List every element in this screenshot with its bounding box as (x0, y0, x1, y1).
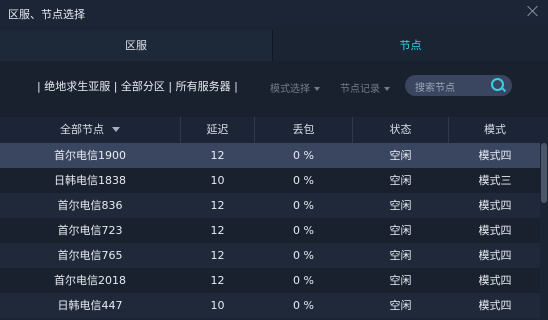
column-header-node-label: 全部节点 (60, 123, 104, 136)
table-row[interactable]: 首尔电信836 12 0 % 空闲 模式四 (0, 193, 540, 218)
search-icon[interactable] (491, 78, 504, 91)
tab-nodes[interactable]: 节点 (273, 30, 548, 61)
table-header: 全部节点 延迟 丢包 状态 模式 (0, 117, 548, 144)
loss-value: 0 % (293, 174, 314, 187)
loss-value: 0 % (293, 149, 314, 162)
column-header-mode: 模式 (484, 123, 506, 136)
latency-value: 12 (210, 149, 225, 162)
loss-value: 0 % (293, 299, 314, 312)
latency-value: 10 (210, 299, 225, 312)
tab-server-region[interactable]: 区服 (0, 30, 273, 61)
node-name: 首尔电信765 (57, 249, 123, 262)
scrollbar-thumb[interactable] (541, 143, 547, 203)
node-name: 首尔电信723 (57, 224, 123, 237)
search-input[interactable]: 搜索节点 (415, 79, 455, 94)
tab-bar: 区服 节点 (0, 30, 548, 61)
latency-value: 12 (210, 199, 225, 212)
loss-value: 0 % (293, 249, 314, 262)
table-row[interactable]: 首尔电信2018 12 0 % 空闲 模式四 (0, 268, 540, 293)
table-row[interactable]: 日韩电信1838 10 0 % 空闲 模式三 (0, 168, 540, 193)
server-breadcrumb[interactable]: | 绝地求生亚服 | 全部分区 | 所有服务器 | (37, 78, 238, 94)
table-row[interactable]: 首尔电信765 12 0 % 空闲 模式四 (0, 243, 540, 268)
filter-bar: | 绝地求生亚服 | 全部分区 | 所有服务器 | 模式选择 节点记录 搜索节点 (0, 61, 548, 117)
latency-value: 12 (210, 274, 225, 287)
node-table-body: 首尔电信1900 12 0 % 空闲 模式四 日韩电信1838 10 0 % 空… (0, 143, 540, 320)
node-history-label: 节点记录 (340, 84, 380, 95)
status-value: 空闲 (389, 224, 412, 237)
column-header-status: 状态 (389, 123, 412, 136)
status-value: 空闲 (389, 149, 412, 162)
latency-value: 12 (210, 224, 225, 237)
table-row[interactable]: 首尔电信1900 12 0 % 空闲 模式四 (0, 143, 540, 168)
status-value: 空闲 (389, 199, 412, 212)
chevron-down-icon (314, 87, 320, 91)
mode-value: 模式四 (478, 299, 512, 312)
search-box[interactable]: 搜索节点 (405, 75, 512, 96)
mode-value: 模式三 (478, 174, 512, 187)
loss-value: 0 % (293, 199, 314, 212)
table-row[interactable]: 日韩电信447 10 0 % 空闲 模式四 (0, 293, 540, 318)
node-name: 日韩电信1838 (54, 174, 126, 187)
mode-select-label: 模式选择 (270, 84, 310, 95)
mode-value: 模式四 (478, 199, 512, 212)
window-title: 区服、节点选择 (8, 8, 85, 21)
mode-value: 模式四 (478, 224, 512, 237)
node-name: 首尔电信836 (57, 199, 123, 212)
latency-value: 12 (210, 249, 225, 262)
loss-value: 0 % (293, 224, 314, 237)
close-icon[interactable] (527, 5, 539, 17)
column-header-loss: 丢包 (292, 123, 315, 136)
node-history-dropdown[interactable]: 节点记录 (340, 80, 390, 95)
mode-value: 模式四 (478, 249, 512, 262)
column-header-node[interactable]: 全部节点 (0, 117, 180, 143)
status-value: 空闲 (389, 299, 412, 312)
status-value: 空闲 (389, 274, 412, 287)
mode-select-dropdown[interactable]: 模式选择 (270, 80, 320, 95)
status-value: 空闲 (389, 249, 412, 262)
chevron-down-icon[interactable] (112, 127, 120, 132)
node-name: 首尔电信2018 (54, 274, 126, 287)
chevron-down-icon (384, 87, 390, 91)
mode-value: 模式四 (478, 274, 512, 287)
title-bar: 区服、节点选择 (0, 0, 548, 26)
node-name: 日韩电信447 (57, 299, 123, 312)
table-row[interactable]: 首尔电信723 12 0 % 空闲 模式四 (0, 218, 540, 243)
column-header-latency: 延迟 (206, 123, 229, 136)
node-name: 首尔电信1900 (54, 149, 126, 162)
mode-value: 模式四 (478, 149, 512, 162)
latency-value: 10 (210, 174, 225, 187)
loss-value: 0 % (293, 274, 314, 287)
scrollbar-track[interactable] (540, 143, 548, 320)
status-value: 空闲 (389, 174, 412, 187)
